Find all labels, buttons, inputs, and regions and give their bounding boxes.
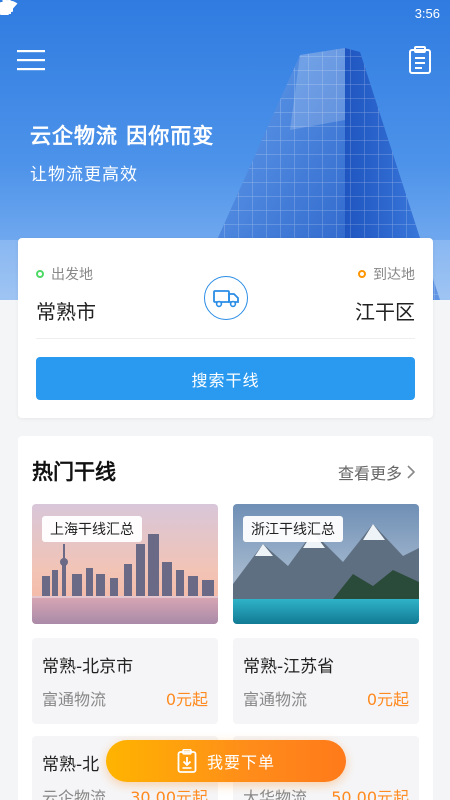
status-bar: 3:56 — [0, 0, 450, 26]
route-company: 大华物流 — [243, 788, 308, 800]
place-order-label: 我要下单 — [206, 753, 275, 772]
destination-label-text: 到达地 — [373, 267, 415, 283]
route-company: 富通物流 — [243, 690, 308, 709]
chevron-right-icon — [407, 465, 415, 479]
destination-tag: 上海干线汇总 — [42, 516, 142, 542]
view-more-link[interactable]: 查看更多 — [338, 460, 415, 484]
place-order-button[interactable]: 我要下单 — [106, 740, 346, 782]
slogan-main: 云企物流 因你而变 — [30, 124, 215, 148]
status-time: 3:56 — [414, 5, 440, 21]
divider — [36, 338, 415, 339]
route-search-card: 出发地 常熟市 到达地 江干区 搜索干线 — [18, 238, 433, 418]
origin-dot-icon — [36, 270, 44, 278]
clipboard-icon[interactable] — [408, 46, 432, 74]
route-price: 0元起 — [366, 690, 409, 709]
top-nav — [0, 40, 450, 80]
route-name: 常熟-北京市 — [42, 657, 134, 677]
route-company: 云企物流 — [42, 788, 107, 800]
route-price: 30.00元起 — [130, 788, 208, 800]
route-price: 0元起 — [165, 690, 208, 709]
origin-label-text: 出发地 — [51, 267, 93, 283]
route-name: 常熟-江苏省 — [243, 657, 335, 677]
slogan-sub: 让物流更高效 — [30, 165, 138, 185]
route-card[interactable]: 常熟-北京市 富通物流 0元起 — [32, 638, 218, 724]
route-card[interactable]: 常熟-江苏省 富通物流 0元起 — [233, 638, 419, 724]
section-title: 热门干线 — [32, 460, 116, 484]
origin-label: 出发地 — [36, 264, 93, 284]
route-price: 50.00元起 — [331, 788, 409, 800]
destination-dot-icon — [358, 270, 366, 278]
truck-icon[interactable] — [204, 276, 248, 320]
origin-field[interactable]: 常熟市 — [36, 296, 96, 325]
menu-icon[interactable] — [16, 48, 46, 72]
destination-label: 到达地 — [358, 264, 415, 284]
route-company: 富通物流 — [42, 690, 107, 709]
destination-card-zhejiang[interactable]: 浙江干线汇总 — [233, 504, 419, 624]
route-name: 常熟-北 — [42, 755, 100, 775]
destination-field[interactable]: 江干区 — [355, 296, 415, 325]
view-more-label: 查看更多 — [337, 464, 402, 483]
destination-tag: 浙江干线汇总 — [243, 516, 343, 542]
search-button[interactable]: 搜索干线 — [36, 357, 415, 400]
destination-card-shanghai[interactable]: 上海干线汇总 — [32, 504, 218, 624]
order-download-icon — [177, 749, 197, 773]
